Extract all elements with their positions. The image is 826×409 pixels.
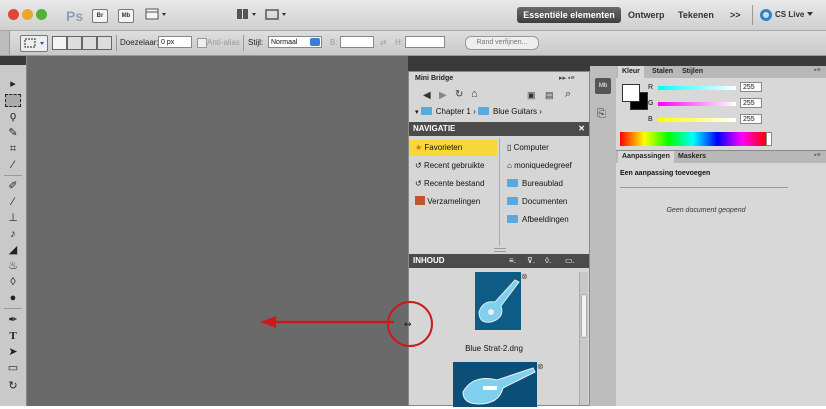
annotation-arrowhead-icon (260, 316, 276, 328)
resize-cursor-icon: ↔ (404, 320, 412, 330)
foreground-swatch[interactable] (622, 84, 640, 102)
annotation-overlay: ↔ (260, 301, 433, 347)
